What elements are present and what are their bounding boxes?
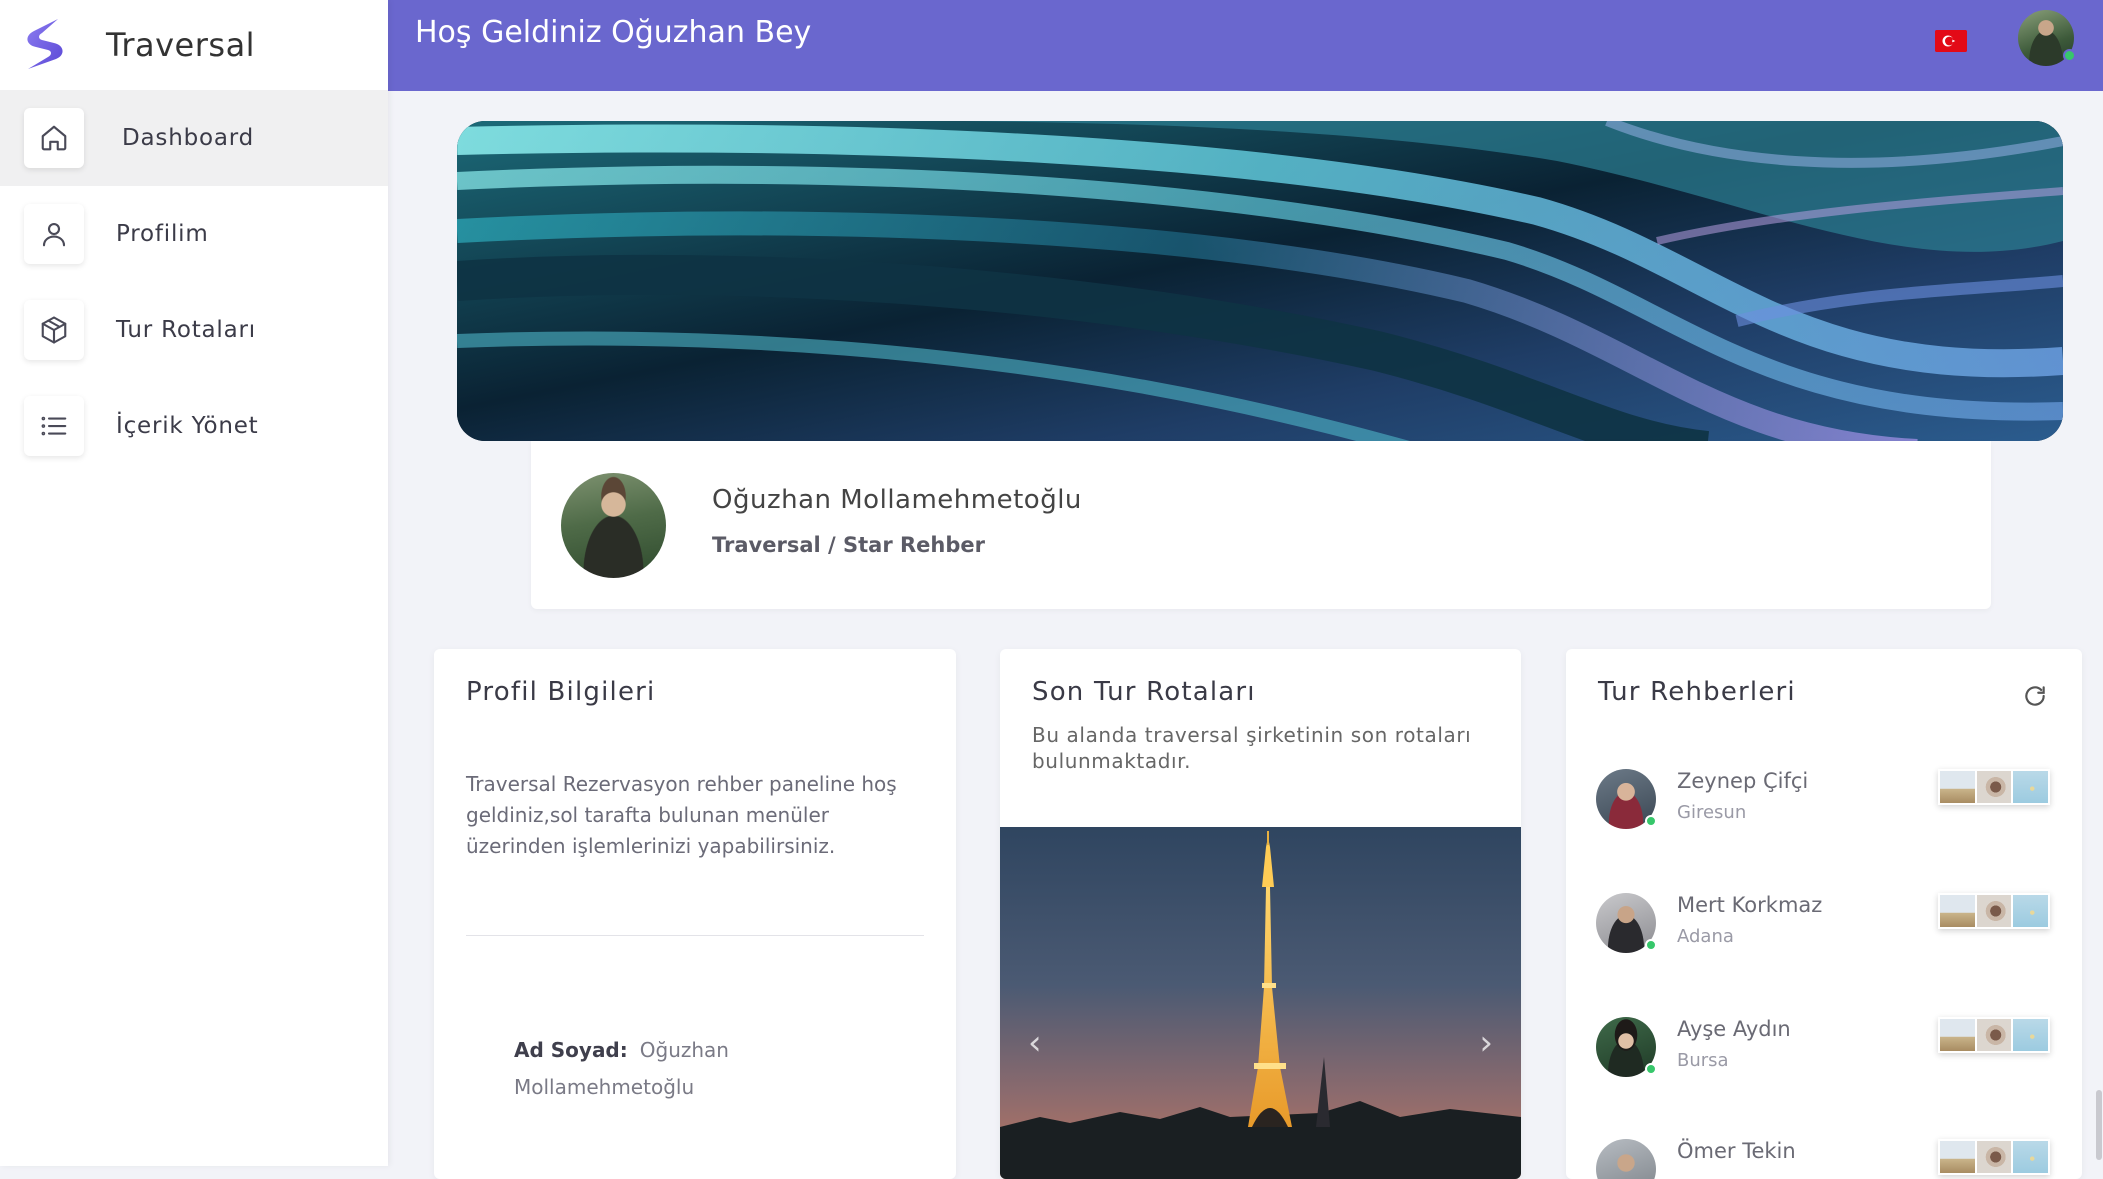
- profile-subtitle: Traversal / Star Rehber: [712, 533, 985, 557]
- guide-route-thumbnails[interactable]: [1938, 1017, 2050, 1053]
- sidebar-item-profilim[interactable]: Profilim: [0, 186, 388, 282]
- package-icon: [24, 300, 84, 360]
- guide-name: Ayşe Aydın: [1677, 1017, 1791, 1041]
- home-icon: [24, 108, 84, 168]
- guide-route-thumbnails[interactable]: [1938, 893, 2050, 929]
- online-status-dot: [2063, 49, 2076, 62]
- guide-city: Giresun: [1677, 802, 1747, 823]
- carousel-next-button[interactable]: ›: [1479, 1023, 1493, 1063]
- guide-city: Bursa: [1677, 1050, 1729, 1071]
- top-bar: Hoş Geldiniz Oğuzhan Bey: [388, 0, 2103, 91]
- card-title: Profil Bilgileri: [466, 677, 656, 707]
- card-subtitle: Bu alanda traversal şirketinin son rotal…: [1032, 723, 1472, 773]
- guide-avatar: [1596, 893, 1657, 953]
- sidebar-item-dashboard[interactable]: Dashboard: [0, 90, 388, 186]
- guide-item[interactable]: Mert Korkmaz Adana: [1596, 887, 2056, 967]
- guide-name: Mert Korkmaz: [1677, 893, 1823, 917]
- guide-name: Zeynep Çifçi: [1677, 769, 1809, 793]
- sidebar-item-label: Dashboard: [122, 125, 254, 151]
- guide-name: Ömer Tekin: [1677, 1139, 1796, 1163]
- s-logo-icon: [27, 19, 63, 69]
- guide-item[interactable]: Ömer Tekin: [1596, 1133, 2056, 1179]
- sidebar-item-label: Tur Rotaları: [116, 317, 256, 343]
- card-title: Son Tur Rotaları: [1032, 677, 1256, 707]
- profile-card: Oğuzhan Mollamehmetoğlu Traversal / Star…: [531, 441, 1991, 609]
- user-avatar[interactable]: [2018, 10, 2076, 66]
- brand-name: Traversal: [106, 26, 256, 64]
- sidebar: Traversal Dashboard Profilim Tur Rotalar…: [0, 0, 388, 1166]
- full-name-field: Ad Soyad: Oğuzhan Mollamehmetoğlu: [514, 1032, 814, 1106]
- guide-city: Adana: [1677, 926, 1734, 947]
- turkey-flag-icon[interactable]: [1935, 30, 1967, 52]
- sidebar-item-icerik-yonet[interactable]: İçerik Yönet: [0, 378, 388, 474]
- profile-name: Oğuzhan Mollamehmetoğlu: [712, 485, 1082, 515]
- cover-banner: [457, 121, 2063, 441]
- page-scrollbar[interactable]: [2096, 1090, 2102, 1160]
- list-icon: [24, 396, 84, 456]
- profile-info-description: Traversal Rezervasyon rehber paneline ho…: [466, 772, 897, 858]
- guide-route-thumbnails[interactable]: [1938, 769, 2050, 805]
- online-status-dot: [1645, 815, 1657, 827]
- recent-routes-card: Son Tur Rotaları Bu alanda traversal şir…: [1000, 649, 1521, 1179]
- guide-item[interactable]: Zeynep Çifçi Giresun: [1596, 763, 2056, 843]
- carousel-prev-button[interactable]: ‹: [1028, 1023, 1042, 1063]
- field-label: Ad Soyad:: [514, 1038, 628, 1062]
- guide-avatar: [1596, 769, 1657, 829]
- tour-guides-card: Tur Rehberleri Zeynep Çifçi Giresun Mert…: [1566, 649, 2082, 1179]
- user-icon: [24, 204, 84, 264]
- refresh-icon[interactable]: [2022, 683, 2048, 709]
- brand[interactable]: Traversal: [0, 0, 388, 90]
- online-status-dot: [1645, 939, 1657, 951]
- guide-avatar: [1596, 1139, 1656, 1179]
- divider: [466, 935, 924, 936]
- profile-avatar: [561, 473, 666, 578]
- guide-avatar: [1596, 1017, 1657, 1077]
- online-status-dot: [1645, 1063, 1657, 1075]
- route-carousel-image[interactable]: [1000, 827, 1521, 1179]
- sidebar-item-tur-rotalari[interactable]: Tur Rotaları: [0, 282, 388, 378]
- sidebar-item-label: İçerik Yönet: [116, 413, 259, 439]
- guide-item[interactable]: Ayşe Aydın Bursa: [1596, 1011, 2056, 1091]
- sidebar-item-label: Profilim: [116, 221, 209, 247]
- welcome-title: Hoş Geldiniz Oğuzhan Bey: [415, 15, 812, 50]
- guide-route-thumbnails[interactable]: [1938, 1139, 2050, 1175]
- profile-info-card: Profil Bilgileri Traversal Rezervasyon r…: [434, 649, 956, 1179]
- card-title: Tur Rehberleri: [1598, 677, 1796, 707]
